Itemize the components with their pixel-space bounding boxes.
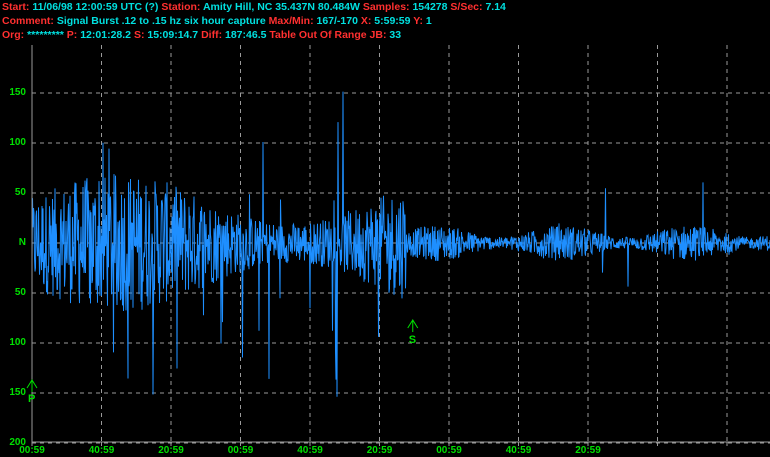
y-tick-label: 150: [9, 387, 26, 398]
x-tick-label: 00:59: [436, 445, 462, 456]
y-tick-label: 100: [9, 337, 26, 348]
y-tick-label: 100: [9, 137, 26, 148]
y-tick-label: 150: [9, 87, 26, 98]
x-tick-label: 40:59: [505, 445, 532, 456]
seismogram-plot: [26, 45, 770, 446]
x-tick-label: 40:59: [88, 445, 115, 456]
s-pick-arrow: [407, 319, 419, 332]
p-pick-arrow: [26, 379, 38, 392]
y-tick-label: 50: [14, 187, 26, 198]
x-tick-label: 20:59: [158, 445, 184, 456]
s-arrival-marker[interactable]: S: [409, 334, 416, 346]
x-tick-label: 00:59: [19, 445, 45, 456]
x-tick-label: 40:59: [297, 445, 323, 456]
seismic-trace: [31, 91, 770, 397]
x-tick-label: 00:59: [227, 445, 254, 456]
y-tick-label: 50: [14, 287, 26, 298]
p-arrival-marker[interactable]: P: [28, 393, 35, 405]
x-tick-label: 20:59: [575, 445, 601, 456]
trace-path: [31, 91, 770, 397]
x-tick-label: 20:59: [366, 445, 393, 456]
pick-markers: [26, 319, 419, 392]
y-tick-label: N: [18, 237, 26, 248]
